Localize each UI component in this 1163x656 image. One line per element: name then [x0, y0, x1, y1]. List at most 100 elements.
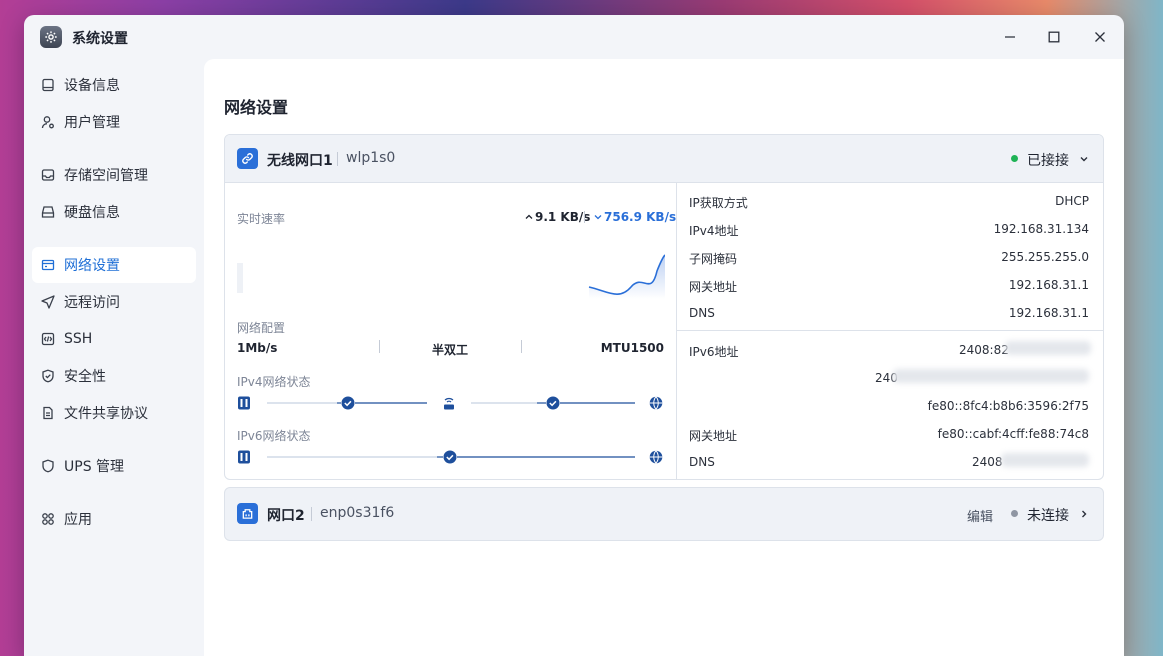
sidebar-item-label: 硬盘信息: [64, 205, 120, 221]
sidebar: 设备信息 用户管理 存储空间管理 硬盘信息 网络设置 远程访问 SSH 安全性: [24, 59, 204, 656]
sidebar-item-remote-access[interactable]: 远程访问: [32, 284, 196, 320]
link-icon: [237, 148, 258, 169]
config-duplex: 半双工: [432, 343, 469, 357]
close-button[interactable]: [1089, 26, 1111, 48]
interface-card-ethernet[interactable]: 网口2 enp0s31f6 编辑 未连接: [224, 487, 1104, 541]
sidebar-item-label: 用户管理: [64, 115, 120, 131]
ipv6-gateway-label: 网关地址: [689, 429, 738, 443]
status-dot-disconnected: [1011, 510, 1018, 517]
speed-divider: [584, 211, 585, 223]
window-title: 系统设置: [72, 31, 128, 47]
page-title: 网络设置: [224, 98, 289, 117]
ipv4-address-label: IPv4地址: [689, 224, 739, 238]
check-icon: [546, 396, 560, 410]
ip-method-label: IP获取方式: [689, 196, 748, 210]
chevron-right-icon[interactable]: [1079, 508, 1089, 523]
redacted-block: [1001, 453, 1089, 467]
sidebar-item-label: UPS 管理: [64, 459, 125, 475]
check-icon: [341, 396, 355, 410]
config-label: 网络配置: [237, 321, 286, 335]
config-divider: [521, 340, 522, 353]
sidebar-item-label: SSH: [64, 331, 93, 347]
ipv6-address-1: 2408:82: [959, 343, 1009, 357]
download-speed-value: 756.9 KB/s: [604, 210, 677, 224]
interface-device: enp0s31f6: [320, 505, 395, 521]
code-icon: [40, 331, 56, 347]
network-icon: [40, 257, 56, 273]
sidebar-item-file-sharing[interactable]: 文件共享协议: [32, 395, 196, 431]
upload-speed: 9.1 KB/s: [525, 210, 590, 224]
apps-icon: [40, 511, 56, 527]
speed-area: [589, 255, 665, 299]
ipv6-status-label: IPv6网络状态: [237, 429, 311, 443]
globe-icon: [649, 450, 663, 464]
interface-card-wireless: 无线网口1 wlp1s0 已接接 实时速率 9.1 KB/s 756.9 KB/…: [224, 134, 1104, 480]
arrow-up-icon: [525, 214, 533, 219]
ipv6-status-track: [238, 450, 663, 464]
maximize-button[interactable]: [1043, 26, 1065, 48]
interface-device: wlp1s0: [346, 150, 396, 166]
ipv4-address-value: 192.168.31.134: [993, 222, 1089, 236]
edit-button[interactable]: 编辑: [967, 506, 993, 525]
arrow-down-icon: [594, 215, 602, 220]
status-dot-connected: [1011, 155, 1018, 162]
speed-upload-trace: [237, 263, 243, 293]
sidebar-item-disk-info[interactable]: 硬盘信息: [32, 194, 196, 230]
interface-name: 无线网口1: [267, 153, 333, 169]
ip-method-value: DHCP: [1055, 194, 1089, 208]
sidebar-item-apps[interactable]: 应用: [32, 501, 196, 537]
sidebar-item-label: 网络设置: [64, 258, 120, 274]
settings-window: 系统设置 设备信息 用户管理 存储空间管理 硬盘信息 网络设置 远程访问 SSH…: [24, 15, 1124, 656]
document-icon: [40, 405, 56, 421]
download-speed: 756.9 KB/s: [594, 210, 676, 224]
settings-gear-icon: [40, 26, 62, 48]
ipv6-gateway-value: fe80::cabf:4cff:fe88:74c8: [937, 427, 1089, 441]
header-divider: [337, 152, 338, 166]
port-icon: [238, 450, 250, 464]
storage-icon: [40, 167, 56, 183]
ipv6-address-label: IPv6地址: [689, 345, 739, 359]
disk-icon: [40, 204, 56, 220]
globe-icon: [649, 396, 663, 410]
redacted-block: [1005, 341, 1091, 355]
upload-speed-value: 9.1 KB/s: [535, 210, 591, 224]
config-speed: 1Mb/s: [237, 341, 278, 355]
gateway-value: 192.168.31.1: [1008, 278, 1089, 292]
ipv6-dns-value: 2408: [972, 455, 1003, 469]
sidebar-item-ups[interactable]: UPS 管理: [32, 448, 196, 484]
ipv6-dns-label: DNS: [689, 455, 715, 469]
sidebar-item-device-info[interactable]: 设备信息: [32, 67, 196, 103]
sidebar-item-user-management[interactable]: 用户管理: [32, 104, 196, 140]
horizontal-divider: [677, 330, 1103, 331]
subnet-mask-value: 255.255.255.0: [1001, 250, 1089, 264]
check-icon: [443, 450, 457, 464]
device-icon: [40, 77, 56, 93]
shield-icon: [40, 368, 56, 384]
sidebar-item-storage[interactable]: 存储空间管理: [32, 157, 196, 193]
sidebar-item-label: 设备信息: [64, 78, 120, 94]
speed-chart: [237, 254, 665, 299]
ipv4-status-track: [238, 396, 663, 410]
status-text: 未连接: [1027, 508, 1069, 524]
subnet-mask-label: 子网掩码: [689, 252, 738, 266]
title-bar: 系统设置: [24, 15, 1124, 59]
sidebar-item-network[interactable]: 网络设置: [32, 247, 196, 283]
sidebar-item-label: 文件共享协议: [64, 406, 148, 422]
minimize-button[interactable]: [999, 26, 1021, 48]
sidebar-item-label: 安全性: [64, 369, 106, 385]
chevron-down-icon[interactable]: [1079, 153, 1089, 168]
port-icon: [238, 396, 250, 410]
main-content: 网络设置 无线网口1 wlp1s0 已接接 实时速率 9.1 KB/s 756.…: [204, 59, 1124, 656]
speed-label: 实时速率: [237, 212, 286, 226]
sidebar-item-label: 存储空间管理: [64, 168, 148, 184]
sidebar-item-ssh[interactable]: SSH: [32, 321, 196, 357]
status-text: 已接接: [1027, 153, 1069, 169]
sidebar-item-security[interactable]: 安全性: [32, 358, 196, 394]
interface-card-header[interactable]: 无线网口1 wlp1s0 已接接: [225, 135, 1103, 183]
config-divider: [379, 340, 380, 353]
header-divider: [311, 507, 312, 521]
sidebar-item-label: 应用: [64, 512, 92, 528]
ethernet-port-icon: [237, 503, 258, 524]
ups-icon: [40, 458, 56, 474]
config-mtu: MTU1500: [600, 341, 664, 355]
